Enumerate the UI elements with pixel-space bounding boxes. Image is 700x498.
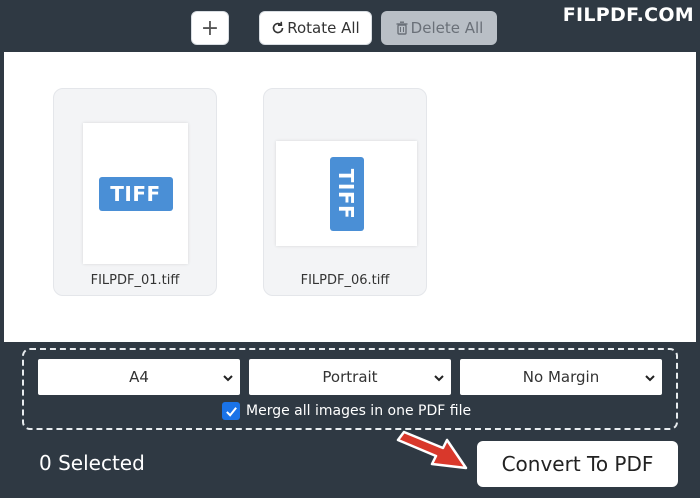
merge-label: Merge all images in one PDF file [246, 403, 472, 419]
file-type-badge: TIFF [110, 181, 161, 206]
page-size-value: A4 [129, 368, 149, 386]
convert-to-pdf-button[interactable]: Convert To PDF [477, 441, 678, 487]
file-name: FILPDF_01.tiff [90, 273, 180, 288]
selected-count: 0 Selected [39, 451, 145, 475]
file-card[interactable]: TIFF FILPDF_01.tiff [53, 88, 217, 296]
file-thumbnail: TIFF [83, 123, 188, 264]
delete-all-label: Delete All [410, 19, 484, 37]
merge-option: Merge all images in one PDF file [222, 402, 471, 420]
tiff-file-icon: TIFF [98, 176, 173, 211]
file-workspace: TIFF FILPDF_01.tiff TIFF FILPDF_06.tiff [4, 52, 696, 342]
rotate-icon [271, 21, 285, 35]
chevron-down-icon [222, 370, 234, 382]
merge-checkbox[interactable] [222, 402, 240, 420]
conversion-options-panel: A4 Portrait No Margin Merge all images i… [22, 348, 678, 430]
tiff-file-icon: TIFF [329, 156, 364, 231]
rotate-all-label: Rotate All [287, 19, 360, 37]
margin-value: No Margin [522, 368, 600, 386]
orientation-select[interactable]: Portrait [249, 359, 451, 395]
chevron-down-icon [644, 370, 656, 382]
convert-label: Convert To PDF [501, 452, 654, 476]
delete-all-button[interactable]: Delete All [381, 11, 497, 45]
file-name: FILPDF_06.tiff [300, 273, 390, 288]
rotate-all-button[interactable]: Rotate All [259, 11, 372, 45]
arrow-annotation-icon [396, 430, 468, 470]
page-size-select[interactable]: A4 [38, 359, 240, 395]
file-thumbnail: TIFF [276, 141, 417, 246]
file-card[interactable]: TIFF FILPDF_06.tiff [263, 88, 427, 296]
margin-select[interactable]: No Margin [460, 359, 662, 395]
orientation-value: Portrait [322, 368, 378, 386]
chevron-down-icon [433, 370, 445, 382]
app-frame: + Rotate All Delete All FILPDF.COM TIFF … [0, 0, 700, 498]
site-watermark: FILPDF.COM [562, 4, 694, 26]
trash-icon [395, 21, 409, 35]
check-icon [225, 406, 237, 417]
add-files-button[interactable]: + [191, 11, 229, 45]
plus-icon: + [200, 15, 220, 41]
file-type-badge: TIFF [334, 168, 359, 219]
